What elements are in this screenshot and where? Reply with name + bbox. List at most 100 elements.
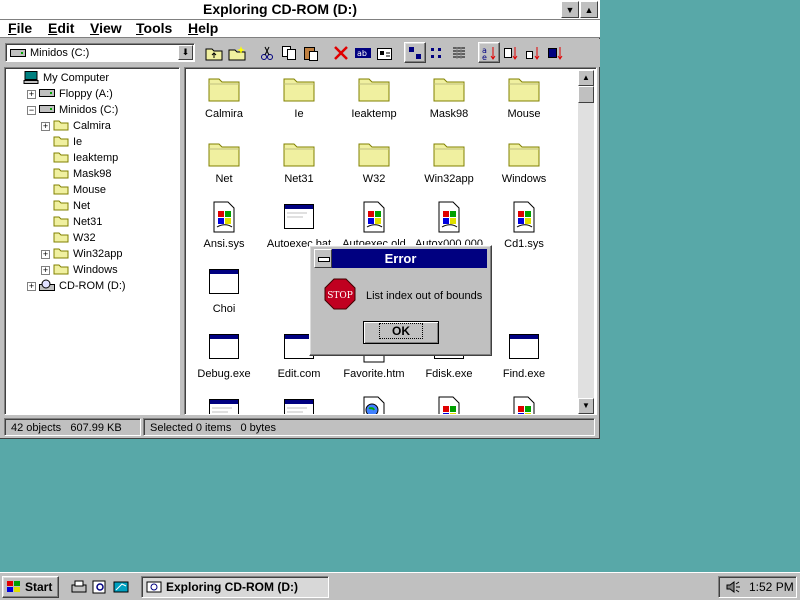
ok-button[interactable]: OK [363,321,439,344]
quicklaunch-explorer-icon[interactable] [112,578,130,596]
expand-icon[interactable]: + [41,266,50,275]
expand-icon[interactable]: + [41,122,50,131]
file-list[interactable]: Calmira Ie Ieaktemp Mask98 Mouse Net Net31 W32 W… [184,67,597,415]
file-name: Mask98 [429,108,469,120]
file-item[interactable]: Ie [261,71,337,120]
file-item[interactable]: Autoexec.bat [261,201,337,250]
file-item[interactable]: Cd1.sys [486,201,562,250]
tree-item[interactable]: CD-ROM (D:) [39,278,126,294]
file-item[interactable]: Mouse [486,71,562,120]
dialog-title-bar[interactable]: Error [314,249,487,268]
minimize-button[interactable]: ▼ [561,1,579,18]
large-icons-button[interactable] [404,42,426,63]
file-item[interactable]: Find.exe [486,331,562,380]
file-name: Ansi.sys [203,238,245,250]
folder-icon [53,166,69,182]
quicklaunch-printer-icon[interactable] [70,578,88,596]
expand-icon[interactable]: + [41,250,50,259]
file-name: Windows [501,173,547,185]
file-item[interactable] [186,396,262,414]
file-item[interactable]: Debug.exe [186,331,262,380]
paste-button[interactable] [300,42,322,63]
menu-help[interactable]: Help [188,20,218,36]
file-item[interactable] [336,396,412,414]
details-button[interactable] [448,42,470,63]
vertical-scrollbar[interactable]: ▲ ▼ [578,70,594,414]
maximize-button[interactable]: ▲ [580,1,598,18]
taskbar-explorer-button[interactable]: Exploring CD-ROM (D:) [141,576,329,598]
folder-icon [208,136,240,168]
tree-item[interactable]: Ieaktemp [53,150,118,166]
scroll-thumb[interactable] [578,86,594,103]
small-icons-view-icon [431,47,441,58]
file-item[interactable]: Ansi.sys [186,201,262,250]
system-menu-icon[interactable] [314,249,332,268]
tree-item[interactable]: Floppy (A:) [39,86,113,102]
small-icons-button[interactable] [426,42,448,63]
dropdown-arrow-icon[interactable]: ⬇ [178,45,193,60]
speaker-icon[interactable] [725,580,741,594]
tree-item[interactable]: Mask98 [53,166,112,182]
file-name: Debug.exe [197,368,251,380]
file-item[interactable]: Calmira [186,71,262,120]
tree-item[interactable]: W32 [53,230,96,246]
menu-tools[interactable]: Tools [136,20,172,36]
expand-icon[interactable]: + [27,282,36,291]
scroll-up-button[interactable]: ▲ [578,70,594,86]
sort-size-button[interactable] [522,42,544,63]
file-item[interactable]: W32 [336,136,412,185]
delete-button[interactable] [330,42,352,63]
system-file-icon [358,201,390,233]
tree-item[interactable]: Net31 [53,214,102,230]
map-drive-button[interactable] [226,42,248,63]
status-object-count: 42 objects 607.99 KB [4,418,141,436]
menu-edit[interactable]: Edit [48,20,74,36]
tree-item[interactable]: Mouse [53,182,106,198]
file-item[interactable] [486,396,562,414]
menu-view[interactable]: View [90,20,122,36]
file-item[interactable]: Win32app [411,136,487,185]
dialog-title: Error [384,251,417,266]
sort-date-button[interactable] [544,42,566,63]
ok-button-label: OK [379,323,423,339]
folder-icon [53,150,69,166]
start-button[interactable]: Start [2,576,59,598]
file-item[interactable]: Choi [186,266,262,315]
scroll-down-button[interactable]: ▼ [578,398,594,414]
menu-file[interactable]: File [8,20,32,36]
properties-button[interactable] [374,42,396,63]
sort-name-icon: ae [482,46,496,61]
tree-item[interactable]: Ie [53,134,82,150]
status-selection: Selected 0 items 0 bytes [143,418,595,436]
sort-type-button[interactable] [500,42,522,63]
tree-item[interactable]: Windows [53,262,118,278]
expand-icon[interactable]: + [27,90,36,99]
file-item[interactable] [411,396,487,414]
copy-button[interactable] [278,42,300,63]
quicklaunch-find-icon[interactable] [91,578,109,596]
tree-item[interactable]: Minidos (C:) [39,102,118,118]
file-item[interactable]: Autox000.000 [411,201,487,250]
title-bar[interactable]: Exploring CD-ROM (D:) ▼ ▲ [0,0,600,20]
file-item[interactable]: Ieaktemp [336,71,412,120]
up-one-level-button[interactable] [203,42,225,63]
cut-button[interactable] [256,42,278,63]
status-bar: 42 objects 607.99 KB Selected 0 items 0 … [0,418,600,438]
drive-select[interactable]: Minidos (C:) ⬇ [5,43,195,62]
rename-button[interactable]: ab [352,42,374,63]
folder-icon [53,118,69,134]
collapse-icon[interactable]: − [27,106,36,115]
tree-item[interactable]: My Computer [23,70,109,86]
clock[interactable]: 1:52 PM [749,580,794,594]
folder-tree[interactable]: My Computer Floppy (A:) + Minidos (C:) − Calm… [4,67,180,415]
file-item[interactable]: Windows [486,136,562,185]
file-item[interactable]: Net [186,136,262,185]
tree-item[interactable]: Calmira [53,118,111,134]
tree-item[interactable]: Net [53,198,90,214]
file-item[interactable]: Net31 [261,136,337,185]
sort-name-button[interactable]: ae [478,42,500,63]
file-item[interactable] [261,396,337,414]
file-item[interactable]: Mask98 [411,71,487,120]
tree-item[interactable]: Win32app [53,246,123,262]
file-item[interactable]: Autoexec.old [336,201,412,250]
